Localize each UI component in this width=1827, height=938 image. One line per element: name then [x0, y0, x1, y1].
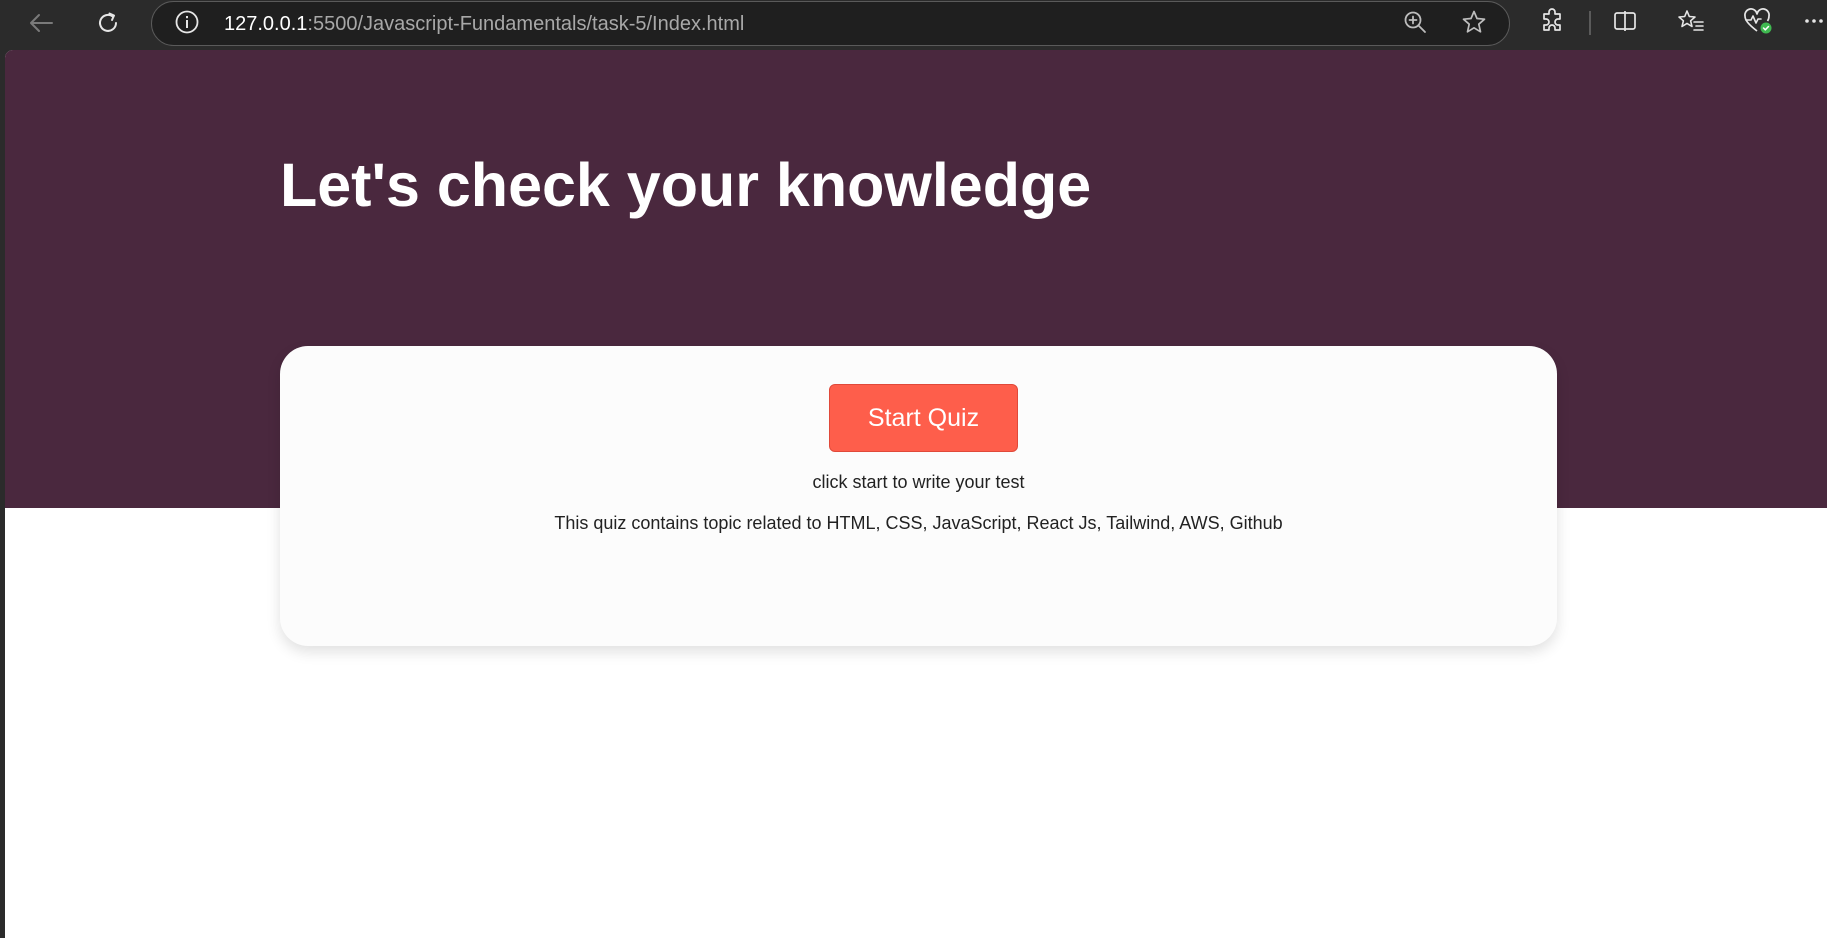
- favorites-list-icon: [1677, 8, 1705, 39]
- page-title: Let's check your knowledge: [280, 151, 1092, 219]
- star-icon: [1461, 9, 1487, 40]
- browser-essentials-button[interactable]: [1741, 6, 1775, 40]
- split-screen-icon: [1612, 8, 1638, 39]
- site-info-button[interactable]: [174, 9, 200, 40]
- info-icon: [174, 9, 200, 40]
- heart-pulse-icon: [1743, 7, 1773, 40]
- address-bar[interactable]: 127.0.0.1:5500/Javascript-Fundamentals/t…: [151, 1, 1510, 46]
- favorites-button[interactable]: [1674, 6, 1708, 40]
- instruction-text: click start to write your test: [812, 472, 1025, 492]
- zoom-button[interactable]: [1399, 8, 1431, 40]
- page-viewport: Let's check your knowledge Start Quiz cl…: [5, 50, 1827, 938]
- more-icon: [1803, 8, 1827, 39]
- refresh-button[interactable]: [91, 6, 125, 40]
- url-host: 127.0.0.1: [224, 13, 308, 35]
- quiz-card: Start Quiz click start to write your tes…: [280, 346, 1557, 646]
- url-text[interactable]: 127.0.0.1:5500/Javascript-Fundamentals/t…: [224, 13, 744, 35]
- more-button[interactable]: [1803, 6, 1827, 40]
- split-screen-button[interactable]: [1608, 6, 1642, 40]
- toolbar-divider: [1589, 11, 1591, 35]
- puzzle-icon: [1539, 7, 1565, 39]
- url-path: :5500/Javascript-Fundamentals/task-5/Ind…: [307, 13, 745, 35]
- back-button[interactable]: [24, 6, 58, 40]
- back-arrow-icon: [28, 12, 54, 34]
- add-favorite-button[interactable]: [1458, 8, 1490, 40]
- refresh-icon: [95, 10, 121, 36]
- topics-text: This quiz contains topic related to HTML…: [554, 513, 1283, 533]
- browser-toolbar: 127.0.0.1:5500/Javascript-Fundamentals/t…: [0, 0, 1827, 47]
- extensions-button[interactable]: [1535, 6, 1569, 40]
- zoom-in-icon: [1402, 9, 1428, 40]
- start-quiz-button[interactable]: Start Quiz: [829, 384, 1018, 452]
